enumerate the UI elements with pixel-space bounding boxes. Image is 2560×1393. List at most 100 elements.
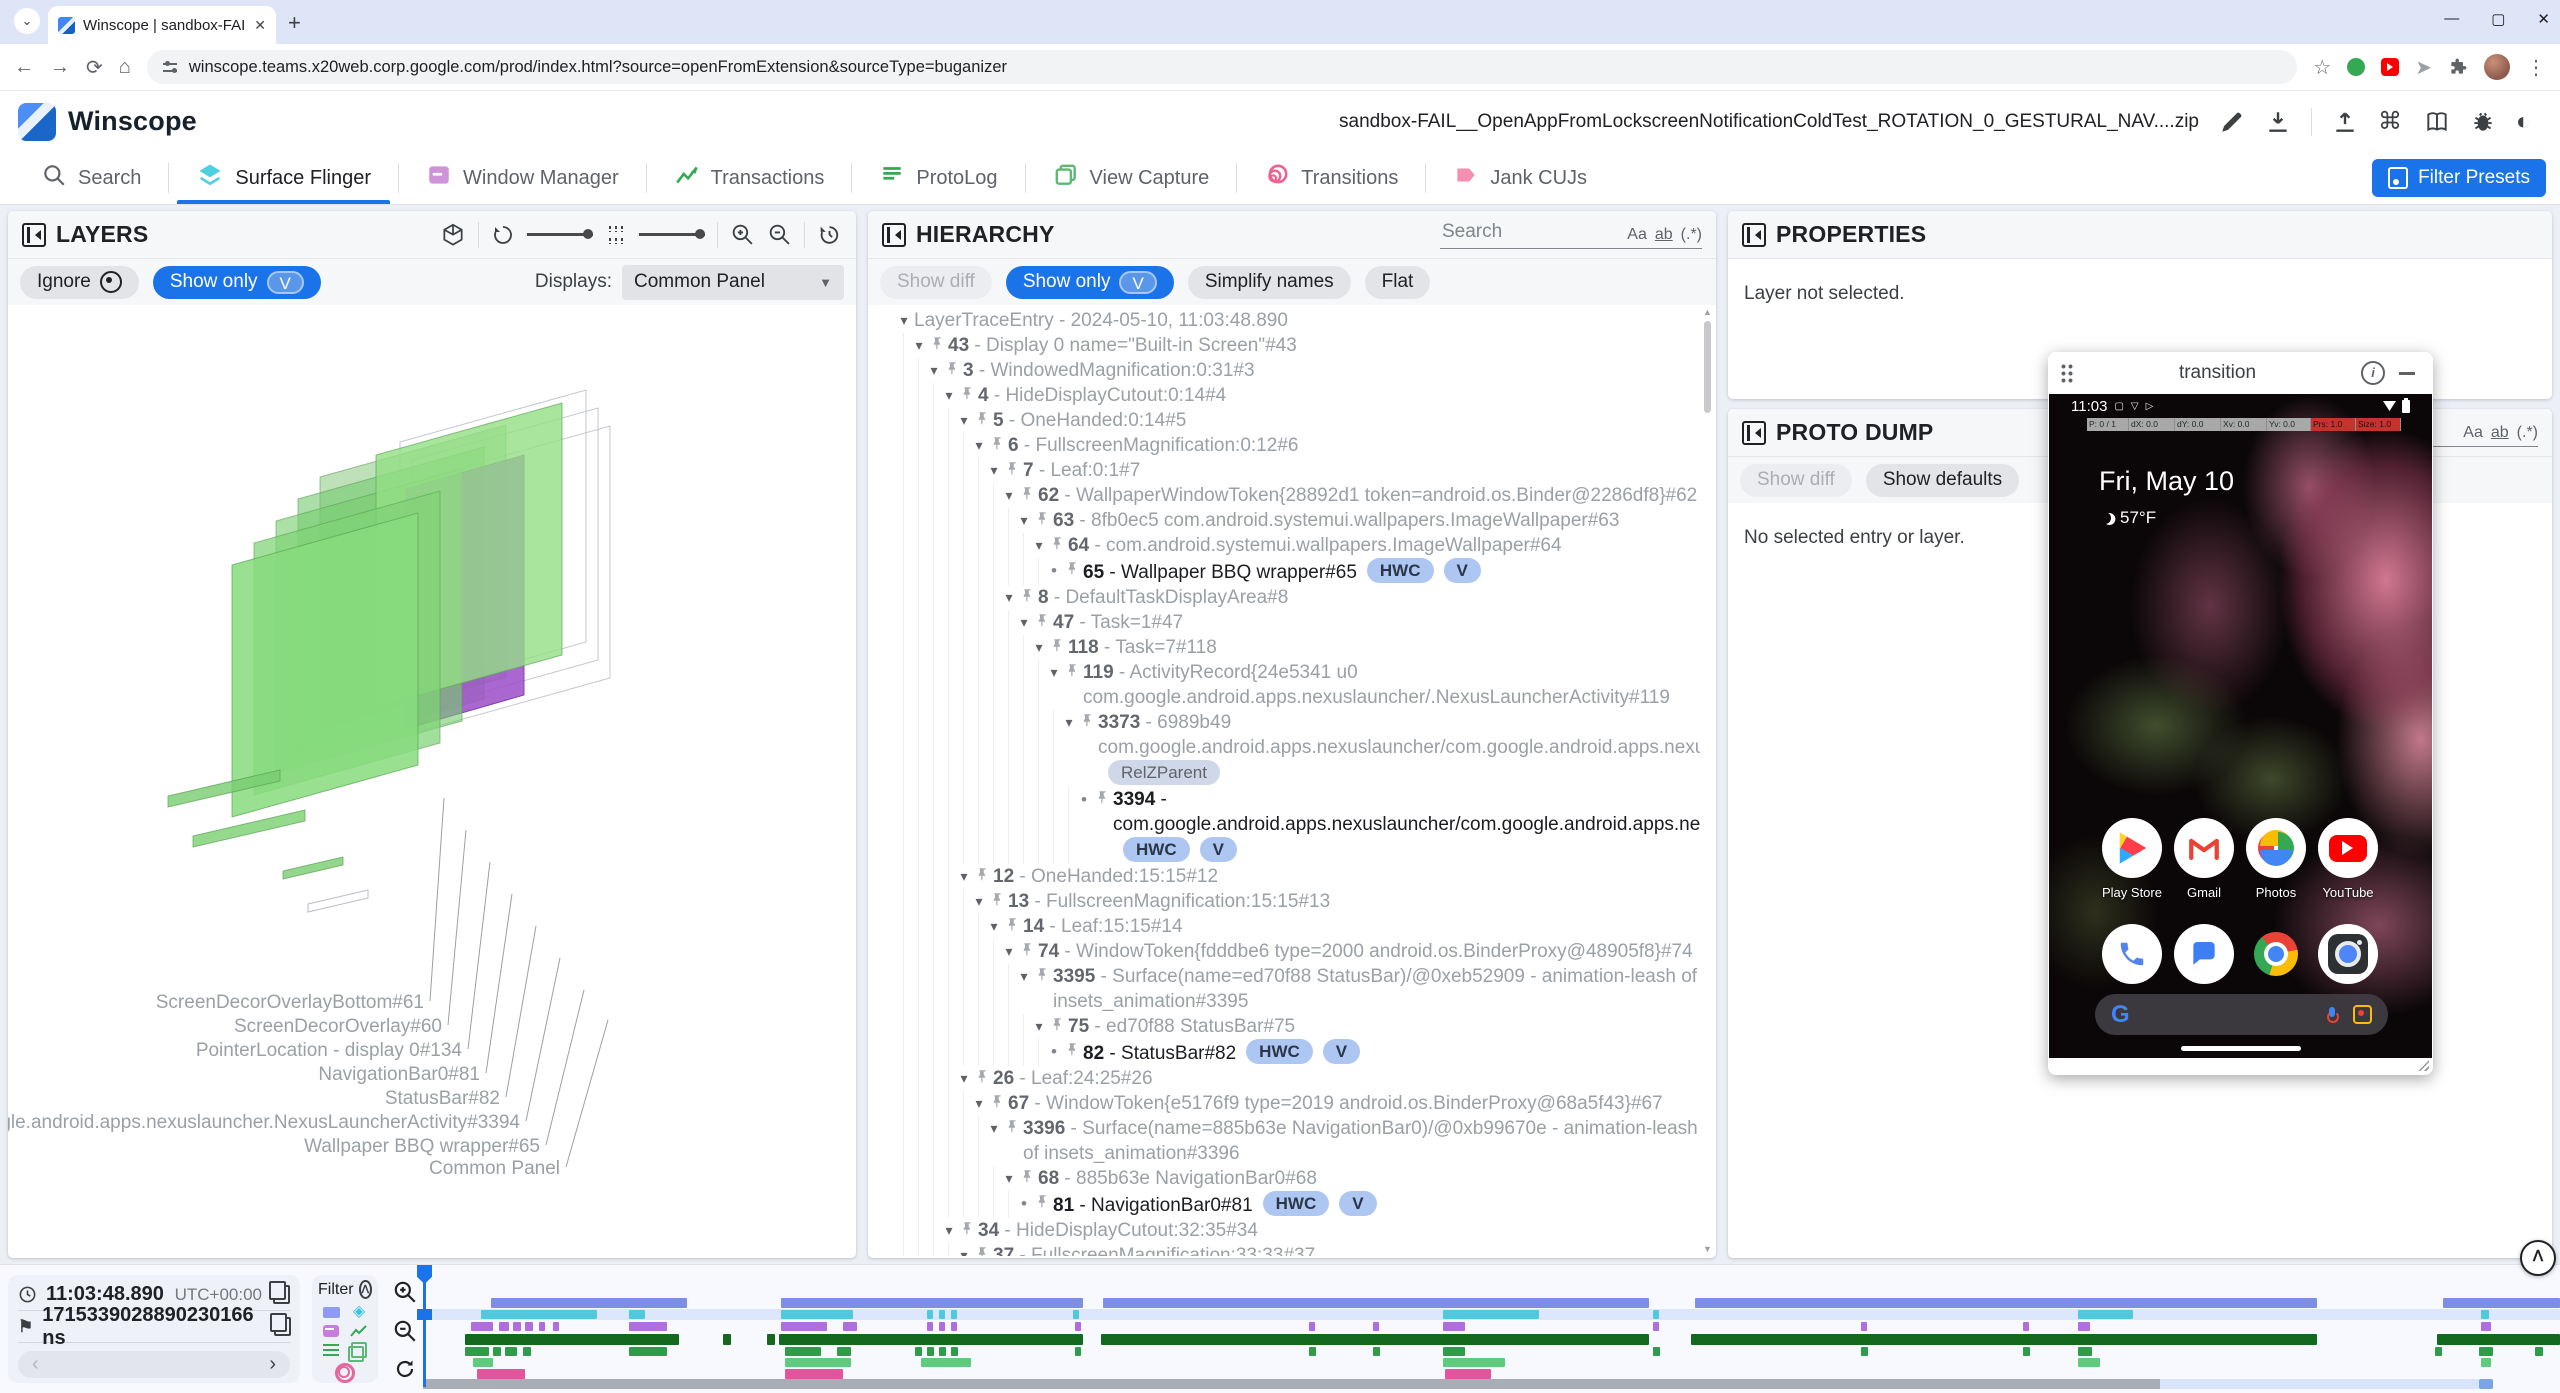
trace-segment-window-manager[interactable]	[939, 1322, 945, 1331]
upload-trace-icon[interactable]	[2332, 109, 2358, 135]
trace-segment-transactions-detail[interactable]	[915, 1347, 922, 1356]
expand-triangle-icon[interactable]: ▾	[984, 458, 1004, 483]
info-icon[interactable]: i	[2361, 361, 2385, 385]
tree-row[interactable]: ▾63 - 8fb0ec5 com.android.systemui.wallp…	[868, 508, 1700, 533]
tab-search-chevron-icon[interactable]: ⌄	[14, 8, 40, 34]
tree-row[interactable]: ▾3396 - Surface(name=885b63e NavigationB…	[868, 1116, 1700, 1166]
trace-segment-window-manager[interactable]	[1373, 1322, 1379, 1331]
layers-3d-view[interactable]: ScreenDecorOverlayBottom#61ScreenDecorOv…	[8, 305, 856, 1258]
app-play-store[interactable]: Play Store	[2096, 818, 2168, 900]
trace-segment-transactions-detail[interactable]	[1373, 1347, 1380, 1356]
trace-segment-window-manager[interactable]	[2481, 1322, 2491, 1331]
match-word-toggle[interactable]: ab	[2491, 424, 2509, 442]
expand-triangle-icon[interactable]: ▾	[894, 308, 914, 333]
copy-ns-icon[interactable]	[274, 1317, 291, 1336]
extensions-puzzle-icon[interactable]	[2448, 57, 2468, 77]
tree-row[interactable]: ▾26 - Leaf:24:25#26	[868, 1066, 1700, 1091]
tree-row[interactable]: ▾5 - OneHanded:0:14#5	[868, 408, 1700, 433]
trace-segment-transactions[interactable]	[2437, 1334, 2560, 1345]
timeline-range-handle[interactable]	[2479, 1379, 2493, 1389]
reset-view-icon[interactable]	[817, 222, 842, 247]
trace-segment-transactions-detail[interactable]	[2435, 1347, 2442, 1356]
3d-view-cube-icon[interactable]	[440, 222, 466, 248]
tree-row[interactable]: ▾43 - Display 0 name="Built-in Screen"#4…	[868, 333, 1700, 358]
trace-segment-surface-flinger[interactable]	[1443, 1310, 1539, 1319]
timeline-zoom-out-icon[interactable]	[392, 1318, 418, 1344]
app-chrome[interactable]	[2240, 924, 2312, 984]
transactions-trace-icon[interactable]	[350, 1325, 368, 1337]
hierarchy-show-only-button[interactable]: Show onlyV	[1006, 266, 1174, 299]
transition-window[interactable]: transition i 11:03 ▢ ▽ ▷ P: 0 / 1dX: 0.0…	[2048, 352, 2433, 1075]
tab-protolog[interactable]: ProtoLog	[852, 152, 1024, 204]
expand-triangle-icon[interactable]: ▾	[1044, 660, 1064, 685]
tree-row[interactable]: ▾75 - ed70f88 StatusBar#75	[868, 1014, 1700, 1039]
trace-segment-transactions-detail[interactable]	[2479, 1347, 2493, 1356]
expand-triangle-icon[interactable]: ▾	[924, 358, 944, 383]
expand-triangle-icon[interactable]: ▾	[969, 1091, 989, 1116]
expand-triangle-icon[interactable]: ▾	[1029, 635, 1049, 660]
transitions-trace-icon[interactable]	[335, 1363, 355, 1383]
tab-transactions[interactable]: Transactions	[647, 152, 852, 204]
download-trace-icon[interactable]	[2265, 109, 2291, 135]
tab-view-capture[interactable]: View Capture	[1026, 152, 1237, 204]
tree-row[interactable]: ▾12 - OneHanded:15:15#12	[868, 864, 1700, 889]
tree-row[interactable]: ▾47 - Task=1#47	[868, 610, 1700, 635]
hierarchy-search-input[interactable]	[1440, 220, 1619, 244]
tree-row[interactable]: ▾3 - WindowedMagnification:0:31#3	[868, 358, 1700, 383]
tree-row[interactable]: ▾7 - Leaf:0:1#7	[868, 458, 1700, 483]
trace-segment-transactions-detail[interactable]	[629, 1347, 667, 1356]
trace-segment-transactions[interactable]	[767, 1334, 775, 1345]
window-minimize-icon[interactable]: —	[2444, 10, 2459, 28]
tab-window-manager[interactable]: Window Manager	[399, 152, 646, 204]
trace-segment-window-manager[interactable]	[781, 1322, 827, 1331]
tab-surface-flinger[interactable]: Surface Flinger	[169, 152, 398, 204]
trace-segment-transactions[interactable]	[723, 1334, 731, 1345]
tree-row[interactable]: ▾4 - HideDisplayCutout:0:14#4	[868, 383, 1700, 408]
trace-segment-transactions-detail[interactable]	[1075, 1347, 1081, 1356]
trace-segment-transactions-detail[interactable]	[1443, 1347, 1465, 1356]
trace-segment-window-manager[interactable]	[2023, 1322, 2029, 1331]
trace-segment-window-manager[interactable]	[471, 1322, 493, 1331]
trace-segment-protolog[interactable]	[785, 1358, 851, 1367]
tree-row[interactable]: ▾74 - WindowToken{fdddbe6 type=2000 andr…	[868, 939, 1700, 964]
rotation-slider[interactable]	[527, 233, 593, 236]
trace-segment-window-manager[interactable]	[1443, 1322, 1465, 1331]
expand-triangle-icon[interactable]: ▾	[999, 939, 1019, 964]
browser-tab[interactable]: Winscope | sandbox-FAIL ✕	[48, 6, 276, 44]
kebab-menu-icon[interactable]: ⋮	[2526, 55, 2546, 80]
scroll-down-icon[interactable]: ▼	[1703, 1244, 1712, 1254]
trace-segment-surface-flinger[interactable]	[481, 1310, 597, 1319]
trace-segment-transactions-detail[interactable]	[493, 1347, 501, 1356]
app-youtube[interactable]: YouTube	[2312, 818, 2384, 900]
download-arrow-icon[interactable]: ➤	[2415, 55, 2432, 80]
expand-triangle-icon[interactable]: ▾	[1029, 533, 1049, 558]
trace-segment-transactions-detail[interactable]	[505, 1347, 517, 1356]
scrollbar-thumb[interactable]	[1704, 321, 1711, 413]
spacing-slider[interactable]	[639, 233, 705, 236]
report-bug-icon[interactable]	[2470, 109, 2496, 135]
tree-row[interactable]: ▾6 - FullscreenMagnification:0:12#6	[868, 433, 1700, 458]
trace-segment-protolog[interactable]	[2481, 1358, 2491, 1367]
extension-green-icon[interactable]	[2347, 58, 2365, 76]
trace-segment-screen-recording[interactable]	[781, 1298, 1083, 1308]
trace-segment-transactions-detail[interactable]	[2535, 1347, 2543, 1356]
expand-triangle-icon[interactable]: ▾	[999, 1166, 1019, 1191]
tree-row[interactable]: ▾14 - Leaf:15:15#14	[868, 914, 1700, 939]
trace-segment-transitions[interactable]	[1445, 1369, 1491, 1379]
trace-segment-transactions[interactable]	[1101, 1334, 1649, 1345]
trace-segment-transactions-detail[interactable]	[785, 1347, 821, 1356]
trace-segment-protolog[interactable]	[1443, 1358, 1505, 1367]
trace-segment-window-manager[interactable]	[539, 1322, 545, 1331]
forward-icon[interactable]: →	[50, 56, 70, 79]
trace-segment-transactions-detail[interactable]	[837, 1347, 851, 1356]
tree-row[interactable]: ▾13 - FullscreenMagnification:15:15#13	[868, 889, 1700, 914]
expand-triangle-icon[interactable]: ▾	[1029, 1014, 1049, 1039]
trace-segment-screen-recording[interactable]	[2443, 1298, 2560, 1308]
timeline-reset-zoom-icon[interactable]	[393, 1357, 417, 1381]
trace-segment-window-manager[interactable]	[1309, 1322, 1315, 1331]
trace-segment-window-manager[interactable]	[525, 1322, 533, 1331]
tree-row[interactable]: •65 - Wallpaper BBQ wrapper#65HWCV	[868, 558, 1700, 585]
next-entry-icon[interactable]: ›	[269, 1353, 276, 1376]
flat-button[interactable]: Flat	[1365, 266, 1431, 299]
site-settings-icon[interactable]	[163, 60, 179, 74]
